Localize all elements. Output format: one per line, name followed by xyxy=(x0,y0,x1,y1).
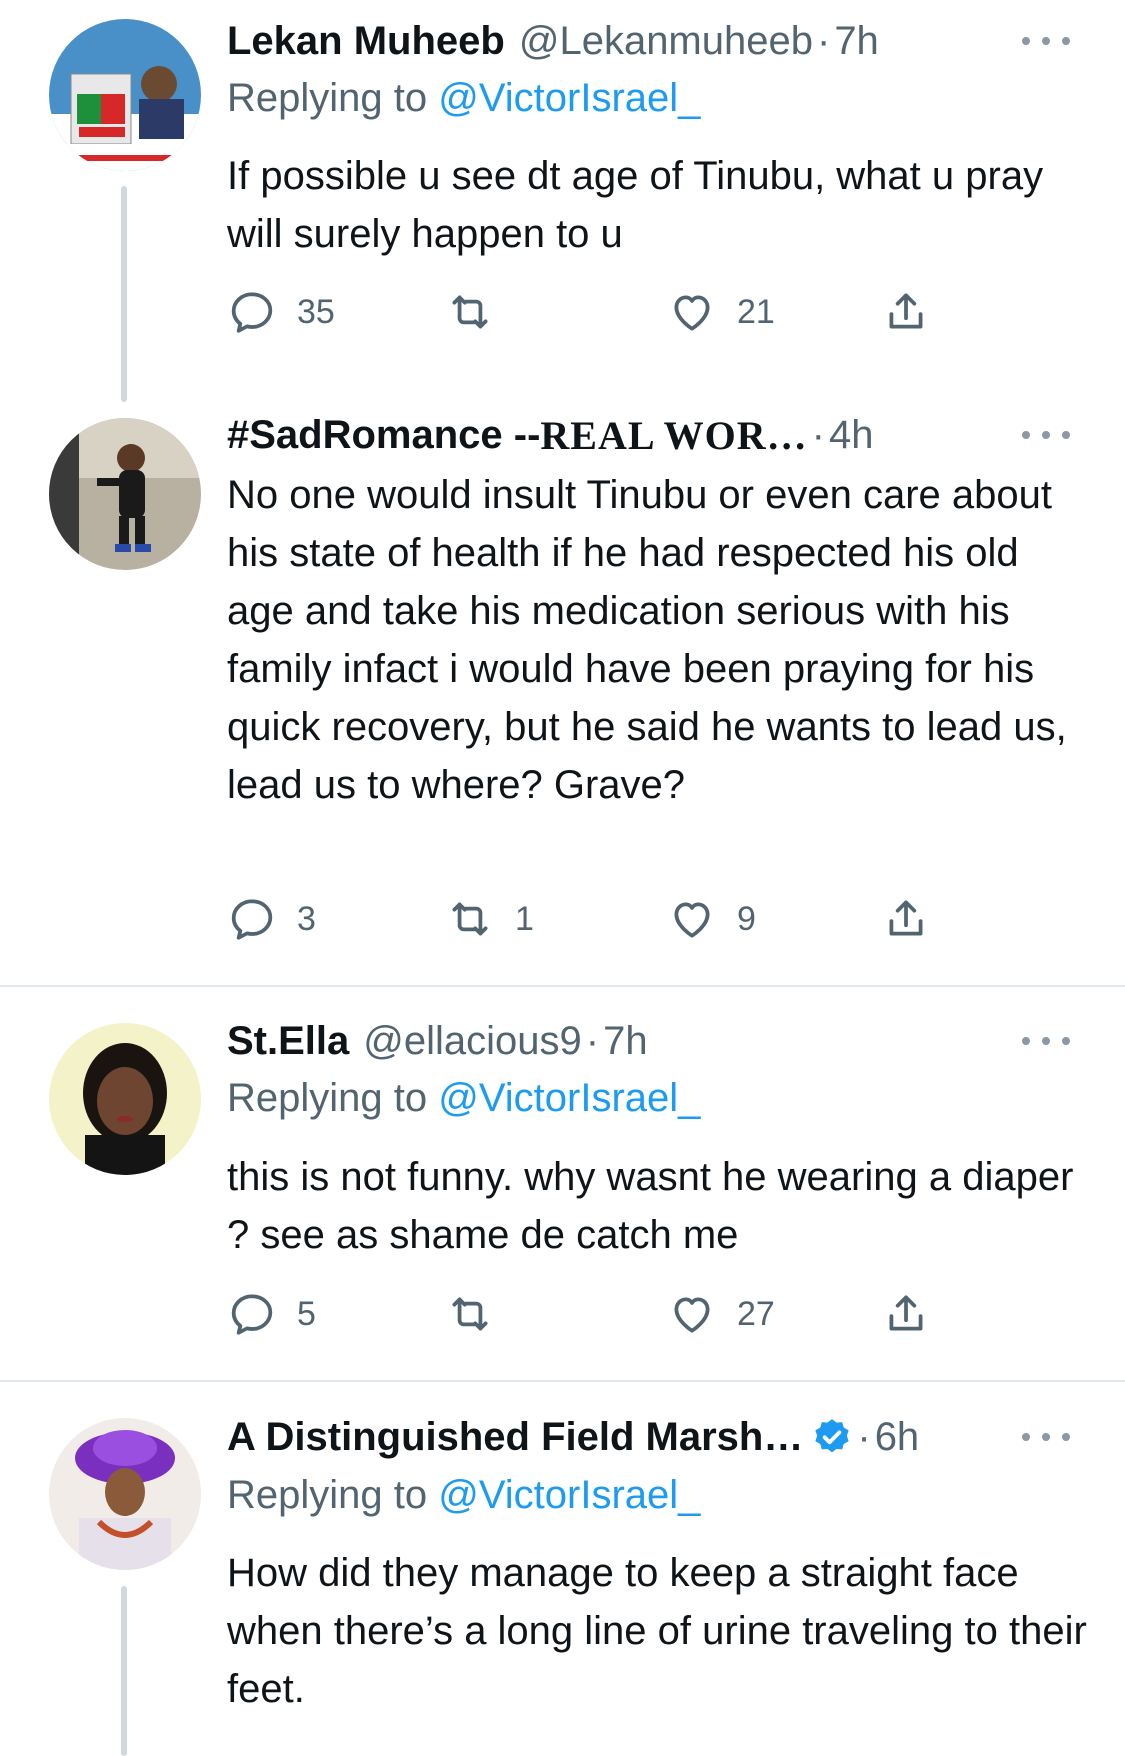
separator-dot: · xyxy=(816,18,831,63)
like-button[interactable]: 9 xyxy=(667,891,756,947)
action-bar: 3 1 9 xyxy=(227,891,947,947)
display-name-styled[interactable]: REAL WOR… xyxy=(540,412,807,459)
tweet-header: A Distinguished Field Marsh… · 6h xyxy=(227,1412,1075,1462)
retweet-icon xyxy=(452,295,488,329)
more-options-icon[interactable] xyxy=(1022,1031,1070,1051)
share-icon xyxy=(889,1295,923,1331)
replying-to-label: Replying to xyxy=(227,1473,439,1517)
heart-icon xyxy=(674,1297,710,1333)
replying-to-label: Replying to xyxy=(227,1076,439,1120)
reply-count: 3 xyxy=(297,899,316,938)
replying-to: Replying to @VictorIsrael_ xyxy=(227,76,700,121)
avatar[interactable] xyxy=(49,418,201,570)
display-name[interactable]: #SadRomance -- xyxy=(227,413,540,458)
reply-count: 5 xyxy=(297,1294,316,1333)
like-count: 27 xyxy=(737,1294,775,1333)
share-icon xyxy=(889,293,923,329)
tweet-text: No one would insult Tinubu or even care … xyxy=(227,473,1067,807)
action-bar: 35 21 xyxy=(227,284,947,340)
avatar[interactable] xyxy=(49,19,201,171)
display-name[interactable]: Lekan Muheeb xyxy=(227,19,505,64)
tweet-divider xyxy=(0,1380,1125,1382)
separator-dot: · xyxy=(811,412,825,457)
user-handle[interactable]: @ellacious9 xyxy=(363,1019,582,1064)
timestamp[interactable]: 6h xyxy=(875,1415,920,1460)
retweet-button[interactable]: 1 xyxy=(445,891,534,947)
thread-line xyxy=(121,186,127,402)
separator-dot: · xyxy=(857,1414,871,1459)
retweet-icon xyxy=(452,1297,488,1331)
reply-icon xyxy=(231,899,273,940)
display-name[interactable]: St.Ella xyxy=(227,1019,349,1064)
reply-button[interactable]: 5 xyxy=(227,1286,316,1342)
retweet-button[interactable] xyxy=(445,284,515,340)
verified-badge-icon xyxy=(815,1419,849,1453)
more-options-icon[interactable] xyxy=(1022,31,1070,51)
more-options-icon[interactable] xyxy=(1022,425,1070,445)
heart-icon xyxy=(674,295,710,331)
like-button[interactable]: 21 xyxy=(667,284,775,340)
thread-line xyxy=(121,1586,127,1756)
replying-to-label: Replying to xyxy=(227,76,439,120)
tweet-text: If possible u see dt age of Tinubu, what… xyxy=(227,154,1044,256)
reply-count: 35 xyxy=(297,292,335,331)
share-button[interactable] xyxy=(881,891,931,947)
timestamp[interactable]: 7h xyxy=(834,19,879,64)
tweet-text: How did they manage to keep a straight f… xyxy=(227,1551,1087,1711)
mention-link[interactable]: @VictorIsrael_ xyxy=(438,1473,700,1517)
reply-icon xyxy=(231,292,273,333)
retweet-count: 1 xyxy=(515,899,534,938)
timestamp[interactable]: 4h xyxy=(829,413,874,458)
replying-to: Replying to @VictorIsrael_ xyxy=(227,1076,700,1121)
tweet-text: this is not funny. why wasnt he wearing … xyxy=(227,1155,1074,1257)
share-icon xyxy=(889,900,923,936)
retweet-button[interactable] xyxy=(445,1286,515,1342)
mention-link[interactable]: @VictorIsrael_ xyxy=(438,1076,700,1120)
share-button[interactable] xyxy=(881,1286,931,1342)
user-handle[interactable]: @Lekanmuheeb xyxy=(519,19,813,64)
separator-dot: · xyxy=(585,1018,600,1063)
avatar[interactable] xyxy=(49,1023,201,1175)
timestamp[interactable]: 7h xyxy=(603,1019,648,1064)
tweet-divider xyxy=(0,985,1125,987)
retweet-icon xyxy=(452,902,488,936)
like-count: 21 xyxy=(737,292,775,331)
share-button[interactable] xyxy=(881,284,931,340)
like-count: 9 xyxy=(737,899,756,938)
more-options-icon[interactable] xyxy=(1022,1427,1070,1447)
reply-button[interactable]: 3 xyxy=(227,891,316,947)
heart-icon xyxy=(674,902,710,938)
mention-link[interactable]: @VictorIsrael_ xyxy=(438,76,700,120)
reply-button[interactable]: 35 xyxy=(227,284,335,340)
avatar[interactable] xyxy=(49,1418,201,1570)
like-button[interactable]: 27 xyxy=(667,1286,775,1342)
tweet-header: St.Ella @ellacious9 · 7h xyxy=(227,1016,1075,1066)
reply-icon xyxy=(231,1294,273,1335)
action-bar: 5 27 xyxy=(227,1286,947,1342)
replying-to: Replying to @VictorIsrael_ xyxy=(227,1473,700,1518)
tweet-header: #SadRomance -- REAL WOR… · 4h xyxy=(227,410,1075,460)
display-name[interactable]: A Distinguished Field Marsh… xyxy=(227,1415,803,1460)
tweet-header: Lekan Muheeb @Lekanmuheeb · 7h xyxy=(227,16,1075,66)
